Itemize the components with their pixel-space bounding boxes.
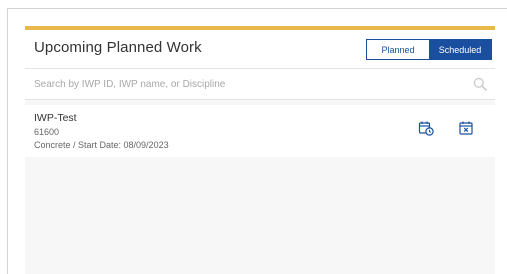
- search-bar: [25, 68, 495, 100]
- scheduled-toggle-button[interactable]: Scheduled: [429, 40, 491, 59]
- iwp-name: IWP-Test: [34, 112, 77, 124]
- iwp-discipline-start-date: Concrete / Start Date: 08/09/2023: [34, 140, 169, 150]
- search-input[interactable]: [25, 69, 465, 99]
- calendar-cancel-icon[interactable]: [458, 120, 474, 136]
- panel-header: Upcoming Planned Work Planned Scheduled: [25, 30, 495, 68]
- panel-title: Upcoming Planned Work: [34, 39, 202, 56]
- list-item[interactable]: IWP-Test 61600 Concrete / Start Date: 08…: [25, 105, 495, 157]
- search-icon[interactable]: [473, 77, 487, 91]
- planned-scheduled-toggle: Planned Scheduled: [366, 39, 492, 60]
- planned-toggle-button[interactable]: Planned: [367, 40, 429, 59]
- upcoming-planned-work-panel: Upcoming Planned Work Planned Scheduled …: [25, 26, 495, 274]
- calendar-clock-icon[interactable]: [418, 120, 434, 136]
- iwp-id: 61600: [34, 127, 60, 137]
